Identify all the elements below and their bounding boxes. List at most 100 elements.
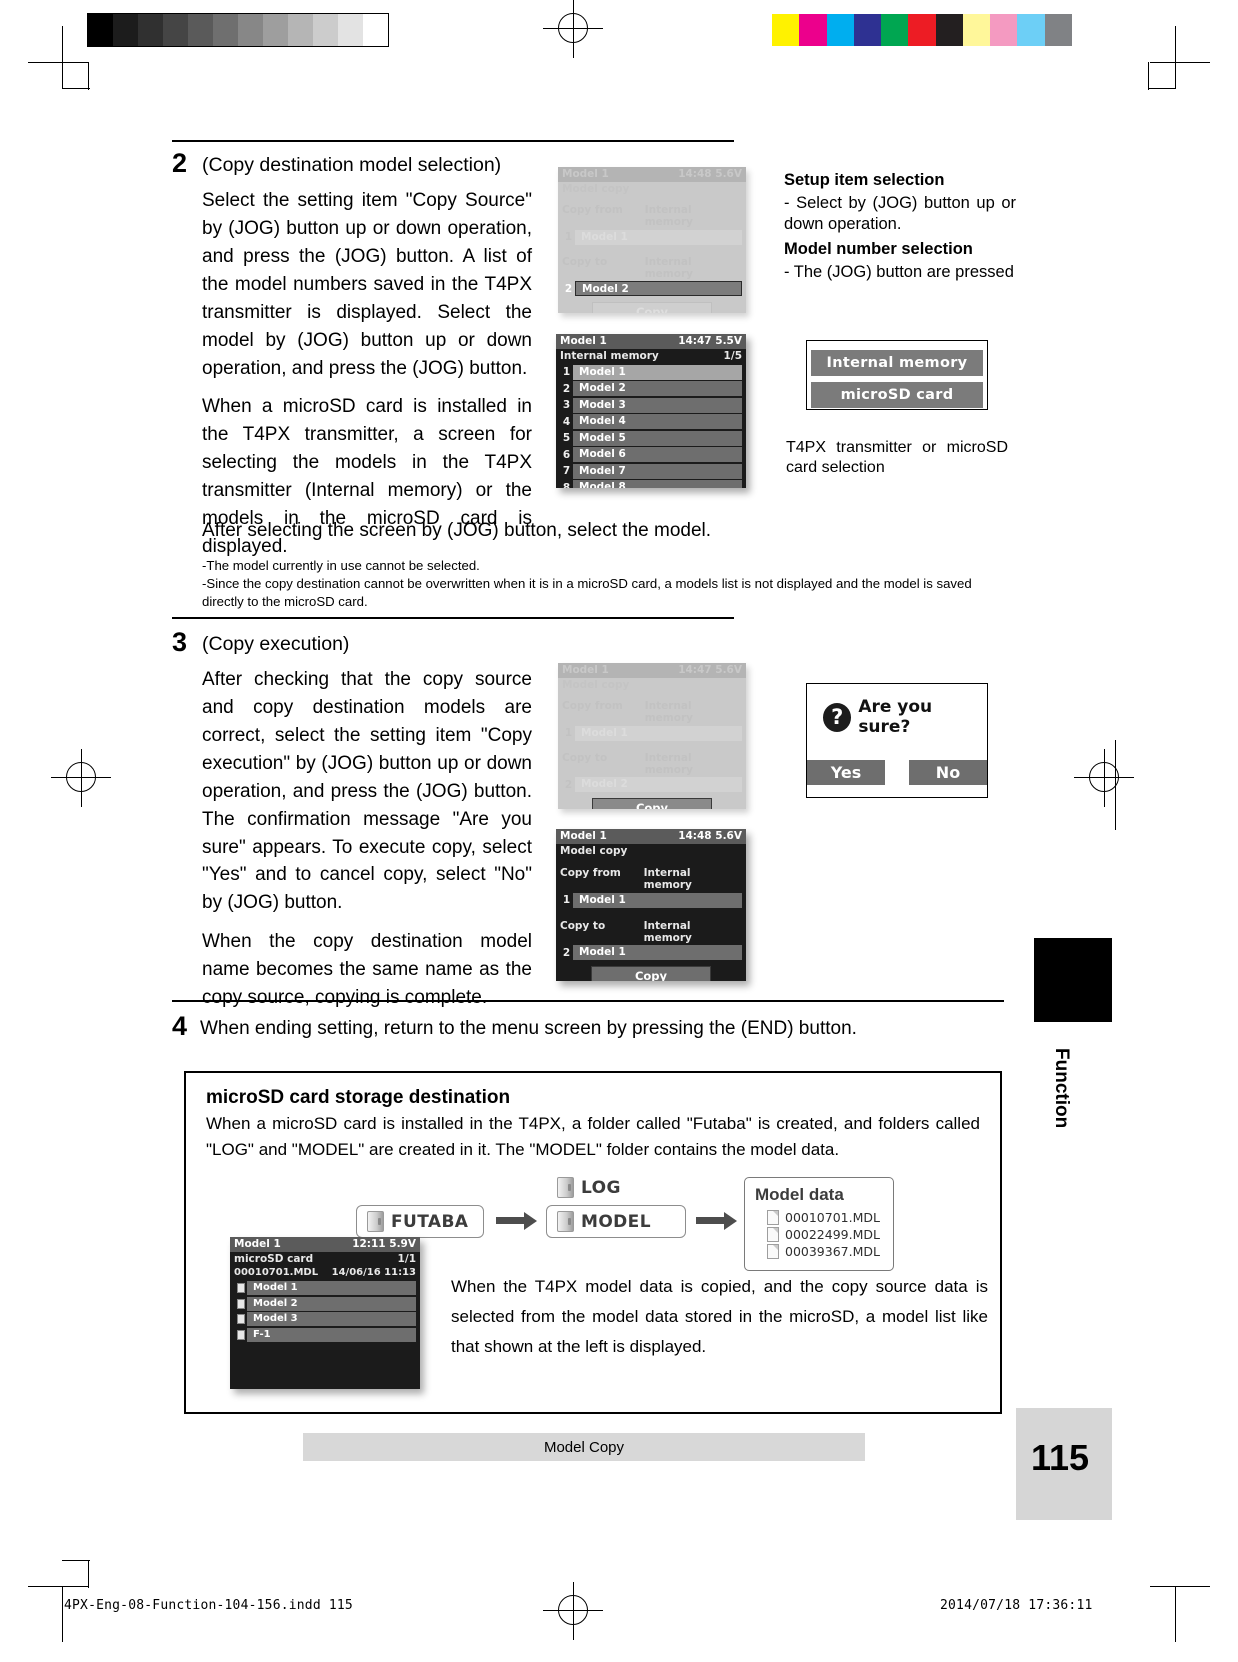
- step-2-wide-line: After selecting the screen by (JOG) butt…: [202, 520, 712, 541]
- lcd-exec-copy-to-label: Copy to: [562, 751, 608, 764]
- lcd-sd-file-items: Model 1 Model 2 Model 3 F-1: [230, 1281, 420, 1342]
- lcd-model-list-source-row: Internal memory 1/5: [556, 349, 746, 363]
- section-side-label: Function: [1051, 1048, 1072, 1129]
- lcd-model-index: 3: [562, 399, 571, 411]
- lcd-exec-copy-from-row: Copy from Internal memory: [558, 698, 746, 724]
- lcd-sd-clock: 12:11 5.9V: [352, 1238, 416, 1250]
- lcd-model-list-source: Internal memory: [560, 350, 659, 362]
- lcd-clock: 14:48 5.6V: [678, 168, 742, 180]
- lcd-model-index: 8: [562, 481, 571, 489]
- folder-icon: [367, 1211, 384, 1232]
- step-2-note-1: -The model currently in use cannot be se…: [202, 558, 480, 573]
- lcd-exec-copy-to-value: Internal memory: [644, 751, 693, 776]
- confirm-question-row: ? Are you sure?: [807, 684, 987, 737]
- lcd-model-name: Model 2: [573, 381, 742, 396]
- lcd-sd-file-item[interactable]: Model 3: [234, 1312, 416, 1326]
- step-4-number: 4: [172, 1011, 188, 1041]
- lcd-sd-file-date: 14/06/16 11:13: [331, 1267, 416, 1278]
- lcd-done-copy-to-index: 2: [562, 946, 571, 959]
- lcd-copy-from-index: 1: [564, 231, 573, 243]
- lcd-done-copy-to-item: 2 Model 1: [560, 945, 742, 960]
- lcd-done-copy-button[interactable]: Copy: [591, 966, 711, 981]
- lcd-sd-file-name: 00010701.MDL: [234, 1267, 319, 1278]
- lcd-exec-copy-from-index: 1: [564, 727, 573, 739]
- step-3-rule: [172, 617, 734, 619]
- lcd-model-name: Model 8: [573, 480, 742, 488]
- lcd-exec-copy-from-label: Copy from: [562, 700, 623, 712]
- question-icon: ?: [823, 702, 852, 732]
- folder-futaba-label: FUTABA: [391, 1211, 469, 1232]
- confirm-no-button[interactable]: No: [909, 760, 987, 785]
- lcd-sd-file-name-label: Model 1: [247, 1281, 416, 1295]
- folder-icon: [557, 1211, 574, 1232]
- lcd-model-name: Model 1: [573, 364, 742, 380]
- lcd-sd-titlebar: Model 1 12:11 5.9V: [230, 1237, 420, 1252]
- lcd-model-list-item[interactable]: 5 Model 5: [560, 430, 742, 446]
- lcd-model-list-items: 1 Model 1 2 Model 2 3 Model 3 4 Model 4 5 Model 5…: [556, 364, 746, 488]
- step-2-number: 2: [172, 148, 188, 178]
- step-4-rule: [172, 1000, 1004, 1002]
- info-box-bottom-text: When the T4PX model data is copied, and …: [451, 1277, 988, 1356]
- file-icon: [767, 1244, 779, 1259]
- microsd-storage-info-box: microSD card storage destination When a …: [184, 1071, 1002, 1414]
- lcd-sd-source-row: microSD card 1/1: [230, 1252, 420, 1266]
- section-side-tab: [1034, 938, 1112, 1022]
- memory-option-microsd[interactable]: microSD card: [811, 382, 983, 408]
- folder-model-label: MODEL: [581, 1211, 651, 1232]
- lcd-done-screen-name: Model copy: [560, 845, 628, 857]
- lcd-sd-file-item[interactable]: Model 2: [234, 1296, 416, 1311]
- setup-item-selection-text: - Select by (JOG) button up or down oper…: [784, 194, 1016, 234]
- lcd-model-list-item[interactable]: 7 Model 7: [560, 463, 742, 479]
- step-2-paragraph-1: Select the setting item "Copy Source" by…: [202, 190, 532, 379]
- folder-log-label: LOG: [581, 1177, 621, 1198]
- lcd-copy-complete-screen: Model 1 14:48 5.6V Model copy Copy from …: [556, 829, 746, 981]
- lcd-model-list-item[interactable]: 8 Model 8: [560, 480, 742, 488]
- lcd-copy-screen-faded: Model 1 14:48 5.6V Model copy Copy from …: [558, 167, 746, 313]
- memory-selection-callout: Internal memory microSD card: [806, 340, 988, 410]
- lcd-sd-file-item[interactable]: F-1: [234, 1327, 416, 1342]
- lcd-done-clock: 14:48 5.6V: [678, 830, 742, 842]
- lcd-exec-copy-button[interactable]: Copy: [592, 798, 712, 809]
- lcd-exec-copy-from-item: 1 Model 1: [562, 725, 742, 741]
- lcd-model-list-title: Model 1: [560, 335, 607, 347]
- lcd-done-copy-from-value: Internal memory: [643, 867, 692, 891]
- lcd-done-copy-to-row: Copy to Internal memory: [556, 918, 746, 944]
- lcd-copy-button[interactable]: Copy: [592, 302, 712, 313]
- lcd-model-list-page: 1/5: [723, 350, 742, 362]
- lcd-model-list-item[interactable]: 4 Model 4: [560, 414, 742, 429]
- lcd-model-list-item[interactable]: 2 Model 2: [560, 381, 742, 396]
- lcd-exec-copy-from-model: Model 1: [575, 725, 742, 741]
- arrow-futaba-to-model-tail: [496, 1217, 524, 1224]
- file-icon: [234, 1298, 247, 1309]
- lcd-model-name: Model 6: [573, 447, 742, 462]
- lcd-exec-copy-to-item: 2 Model 2: [562, 777, 742, 792]
- lcd-done-copy-from-label: Copy from: [560, 867, 621, 879]
- lcd-exec-title: Model 1: [562, 664, 609, 676]
- lcd-exec-screen-name-row: Model copy: [558, 678, 746, 692]
- model-number-selection-text: - The (JOG) button are pressed: [784, 263, 1014, 281]
- lcd-model-list-item[interactable]: 3 Model 3: [560, 397, 742, 413]
- lcd-model-name: Model 5: [573, 430, 742, 446]
- info-box-title: microSD card storage destination: [206, 1087, 511, 1108]
- confirm-button-row: Yes No: [807, 760, 987, 785]
- arrow-model-to-data: [724, 1212, 737, 1230]
- lcd-copy-exec-screen-faded: Model 1 14:47 5.6V Model copy Copy from …: [558, 663, 746, 809]
- model-data-file-name: 00010701.MDL: [785, 1210, 880, 1225]
- file-icon: [767, 1227, 779, 1242]
- lcd-copy-to-row: Copy to Internal memory: [558, 254, 746, 280]
- lcd-model-list-item[interactable]: 6 Model 6: [560, 447, 742, 462]
- lcd-sd-file-item[interactable]: Model 1: [234, 1281, 416, 1295]
- model-data-file-row: 00010701.MDL: [767, 1210, 883, 1225]
- confirm-yes-button[interactable]: Yes: [807, 760, 885, 785]
- lcd-sd-source: microSD card: [234, 1253, 314, 1265]
- step-2-title: (Copy destination model selection): [202, 154, 502, 176]
- lcd-model-index: 6: [562, 448, 571, 461]
- model-data-file-list: 00010701.MDL 00022499.MDL 00039367.MDL: [755, 1210, 883, 1259]
- lcd-copy-from-model: Model 1: [575, 229, 742, 245]
- lcd-model-index: 2: [562, 382, 571, 395]
- lcd-copy-to-value: Internal memory: [644, 255, 693, 280]
- lcd-screen-name: Model copy: [562, 183, 630, 195]
- folder-icon: [557, 1177, 574, 1198]
- memory-option-internal[interactable]: Internal memory: [811, 350, 983, 376]
- lcd-model-list-item[interactable]: 1 Model 1: [560, 364, 742, 380]
